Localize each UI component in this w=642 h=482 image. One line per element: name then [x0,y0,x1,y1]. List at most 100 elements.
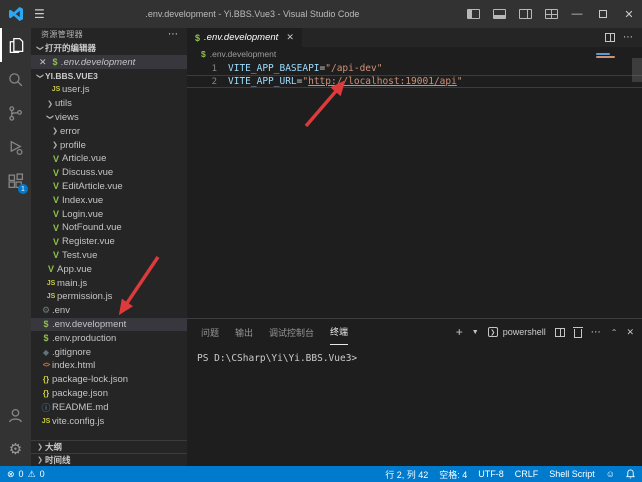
maximize-panel-icon[interactable]: ⌃ [611,328,618,337]
open-editor-label: .env.development [61,57,135,68]
js-file-icon: JS [45,293,57,300]
tree-item-.gitignore[interactable]: ◆.gitignore [31,345,187,359]
explorer-actions-icon[interactable]: ⋯ [168,29,179,40]
tree-item-Test.vue[interactable]: VTest.vue [31,249,187,263]
tree-item-EditArticle.vue[interactable]: VEditArticle.vue [31,180,187,194]
encoding[interactable]: UTF-8 [478,469,504,479]
breadcrumb[interactable]: $ .env.development [187,47,642,60]
close-panel-icon[interactable]: ✕ [626,327,634,338]
tree-item-Register.vue[interactable]: VRegister.vue [31,235,187,249]
menu-icon[interactable]: ☰ [34,7,45,21]
notifications-bell-icon[interactable] [626,469,635,479]
maximize-button[interactable] [590,0,616,28]
chevron-down-icon: ❯ [46,112,54,122]
code-line-2[interactable]: 2VITE_APP_URL="http://localhost:19001/ap… [187,75,642,88]
activity-bar: 1 ⚙ [0,28,31,466]
toggle-secondary-sidebar-icon[interactable] [512,0,538,28]
tree-item-.env.development[interactable]: $.env.development [31,318,187,332]
tree-folder-error[interactable]: ❯error [31,124,187,138]
vue-file-icon: V [50,154,62,164]
code-token: " [457,76,463,87]
tree-item-label: Register.vue [62,236,115,247]
minimize-button[interactable]: — [564,0,590,28]
open-editor-item[interactable]: ✕ $ .env.development [31,55,187,69]
chevron-right-icon: ❯ [45,100,55,108]
editor-more-actions-icon[interactable]: ⋯ [623,32,634,43]
kill-terminal-icon[interactable] [574,329,582,338]
toggle-sidebar-icon[interactable] [460,0,486,28]
account-icon[interactable] [0,398,31,432]
vscode-window: ☰ .env.development - Yi.BBS.Vue3 - Visua… [0,0,642,482]
tree-folder-utils[interactable]: ❯utils [31,97,187,111]
terminal-output[interactable]: PS D:\CSharp\Yi\Yi.BBS.Vue3> [187,345,642,466]
tree-item-label: App.vue [57,264,92,275]
minimap[interactable] [596,53,618,59]
tab-close-icon[interactable]: ✕ [286,32,294,43]
settings-gear-icon[interactable]: ⚙ [0,432,31,466]
tree-item-Discuss.vue[interactable]: VDiscuss.vue [31,166,187,180]
language-mode[interactable]: Shell Script [549,469,595,479]
close-icon[interactable]: ✕ [39,57,49,68]
problems-status[interactable]: ⊗ 0 ⚠ 0 [7,469,45,480]
shell-file-icon: $ [40,333,52,343]
tree-item-App.vue[interactable]: VApp.vue [31,262,187,276]
panel-tab-输出[interactable]: 输出 [235,319,253,345]
tree-item-package-lock.json[interactable]: {}package-lock.json [31,373,187,387]
editor-scrollbar[interactable] [632,58,642,82]
eol-sequence[interactable]: CRLF [515,469,539,479]
split-editor-icon[interactable] [605,33,615,42]
extensions-icon[interactable]: 1 [0,164,31,198]
tree-folder-profile[interactable]: ❯profile [31,138,187,152]
url-link[interactable]: http://localhost:19001/api [308,76,457,87]
chevron-right-icon: ❯ [50,127,60,135]
tree-item-label: .env.production [52,333,116,344]
source-control-icon[interactable] [0,96,31,130]
tree-item-NotFound.vue[interactable]: VNotFound.vue [31,221,187,235]
tree-item-index.html[interactable]: <>index.html [31,359,187,373]
open-editors-header[interactable]: ❯ 打开的编辑器 [31,41,187,55]
tree-item-Article.vue[interactable]: VArticle.vue [31,152,187,166]
tree-folder-views[interactable]: ❯views [31,111,187,125]
feedback-icon[interactable]: ☺ [606,469,615,479]
panel-tab-终端[interactable]: 终端 [330,319,348,345]
tab-env-development[interactable]: $ .env.development ✕ [187,28,302,47]
tree-item-label: utils [55,98,72,109]
panel-tab-问题[interactable]: 问题 [201,319,219,345]
outline-section[interactable]: ❯ 大纲 [31,440,187,453]
tree-item-package.json[interactable]: {}package.json [31,387,187,401]
tree-item-Login.vue[interactable]: VLogin.vue [31,207,187,221]
vscode-logo-icon [8,6,24,22]
window-title: .env.development - Yi.BBS.Vue3 - Visual … [45,9,460,19]
close-button[interactable]: ✕ [616,0,642,28]
info-file-icon: ⓘ [40,401,52,414]
tree-item-.env[interactable]: ⚙.env [31,304,187,318]
tree-item-label: .gitignore [52,347,91,358]
tree-item-user.js[interactable]: JSuser.js [31,83,187,97]
vue-file-icon: V [45,264,57,274]
project-section-header[interactable]: ❯ YI.BBS.VUE3 [31,69,187,83]
timeline-section[interactable]: ❯ 时间线 [31,453,187,466]
toggle-panel-icon[interactable] [486,0,512,28]
explorer-sidebar: 资源管理器 ⋯ ❯ 打开的编辑器 ✕ $ .env.development ❯ … [31,28,187,466]
panel-tab-调试控制台[interactable]: 调试控制台 [269,319,314,345]
code-line-1[interactable]: 1VITE_APP_BASEAPI="/api-dev" [187,62,642,75]
code-editor[interactable]: 1VITE_APP_BASEAPI="/api-dev"2VITE_APP_UR… [187,60,642,318]
status-bar: ⊗ 0 ⚠ 0 行 2, 列 42 空格: 4 UTF-8 CRLF Shell… [0,466,642,482]
tree-item-.env.production[interactable]: $.env.production [31,331,187,345]
tree-item-Index.vue[interactable]: VIndex.vue [31,193,187,207]
new-terminal-icon[interactable]: + [456,325,463,339]
cursor-position[interactable]: 行 2, 列 42 [385,468,428,481]
terminal-dropdown-icon[interactable]: ▼ [472,329,479,336]
tree-item-permission.js[interactable]: JSpermission.js [31,290,187,304]
run-debug-icon[interactable] [0,130,31,164]
tree-item-vite.config.js[interactable]: JSvite.config.js [31,414,187,428]
indentation[interactable]: 空格: 4 [439,468,467,481]
panel-more-actions-icon[interactable]: ⋯ [591,327,602,338]
tree-item-README.md[interactable]: ⓘREADME.md [31,400,187,414]
shell-label[interactable]: powershell [503,327,546,337]
explorer-icon[interactable] [0,28,31,62]
split-terminal-icon[interactable] [555,328,565,337]
search-icon[interactable] [0,62,31,96]
tree-item-main.js[interactable]: JSmain.js [31,276,187,290]
customize-layout-icon[interactable] [538,0,564,28]
